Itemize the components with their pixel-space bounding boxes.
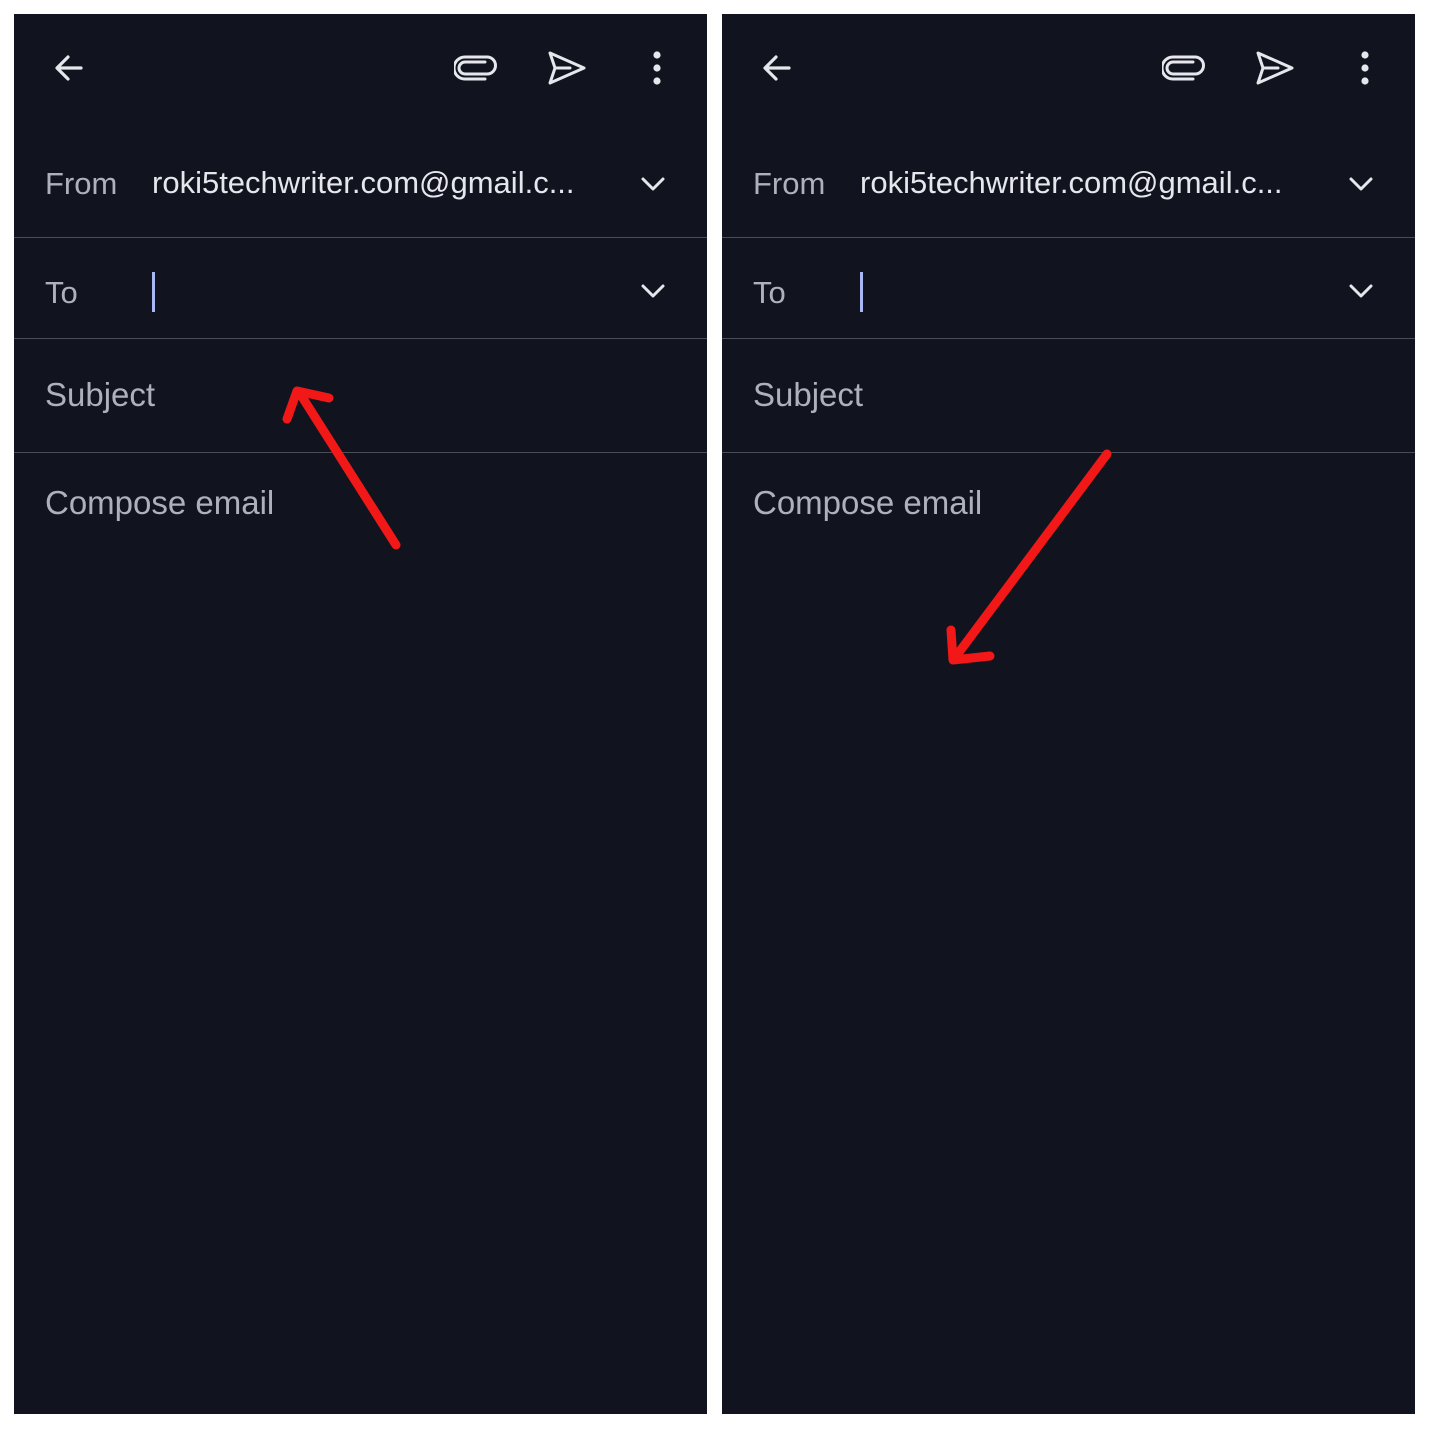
chevron-down-icon[interactable]	[636, 274, 670, 308]
from-row[interactable]: From roki5techwriter.com@gmail.c...	[14, 132, 707, 238]
compose-body-field[interactable]: Compose email	[45, 484, 274, 522]
subject-field[interactable]: Subject	[14, 339, 707, 453]
compose-screen-right: From roki5techwriter.com@gmail.c... To S…	[722, 14, 1415, 1414]
to-field[interactable]: To	[14, 238, 707, 339]
send-icon	[1256, 51, 1294, 85]
arrow-back-icon	[55, 55, 83, 81]
back-button[interactable]	[44, 43, 94, 93]
text-cursor	[860, 272, 863, 312]
top-app-bar	[722, 14, 1415, 124]
subject-placeholder: Subject	[45, 376, 156, 413]
attach-button[interactable]	[1159, 43, 1209, 93]
from-label: From	[45, 166, 118, 201]
from-account-value[interactable]: roki5techwriter.com@gmail.c...	[860, 165, 1283, 201]
subject-field[interactable]: Subject	[722, 339, 1415, 453]
to-label: To	[753, 275, 786, 310]
chevron-down-icon[interactable]	[636, 167, 670, 201]
chevron-down-icon[interactable]	[1344, 274, 1378, 308]
compose-screen-left: From roki5techwriter.com@gmail.c... To S…	[14, 14, 707, 1414]
paperclip-icon	[454, 55, 497, 81]
more-vert-icon	[1361, 51, 1369, 85]
chevron-down-icon[interactable]	[1344, 167, 1378, 201]
top-app-bar	[14, 14, 707, 124]
more-vert-icon	[653, 51, 661, 85]
send-icon	[548, 51, 586, 85]
compose-body-field[interactable]: Compose email	[753, 484, 982, 522]
send-button[interactable]	[542, 43, 592, 93]
arrow-back-icon	[763, 55, 791, 81]
from-account-value[interactable]: roki5techwriter.com@gmail.c...	[152, 165, 575, 201]
send-button[interactable]	[1250, 43, 1300, 93]
to-label: To	[45, 275, 78, 310]
paperclip-icon	[1162, 55, 1205, 81]
to-field[interactable]: To	[722, 238, 1415, 339]
back-button[interactable]	[752, 43, 802, 93]
from-row[interactable]: From roki5techwriter.com@gmail.c...	[722, 132, 1415, 238]
attach-button[interactable]	[451, 43, 501, 93]
from-label: From	[753, 166, 826, 201]
more-options-button[interactable]	[632, 43, 682, 93]
text-cursor	[152, 272, 155, 312]
subject-placeholder: Subject	[753, 376, 864, 413]
more-options-button[interactable]	[1340, 43, 1390, 93]
